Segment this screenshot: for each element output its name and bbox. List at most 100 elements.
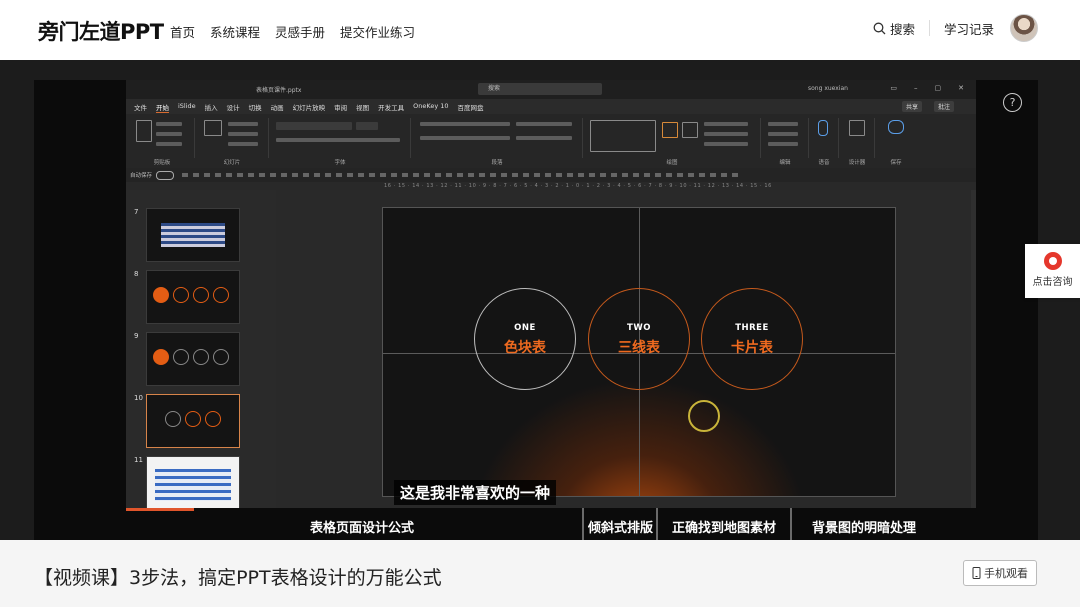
help-icon[interactable]: ?	[1003, 93, 1022, 112]
chapter-divider	[582, 508, 584, 540]
slide-number: 9	[134, 332, 139, 340]
thumb-table	[155, 469, 231, 501]
thumb-circle	[193, 349, 209, 365]
ppt-tab: 视图	[356, 104, 370, 112]
thumb-circle	[185, 411, 201, 427]
paste-icon	[136, 120, 152, 142]
font-name-box	[276, 122, 352, 130]
nav-home[interactable]: 首页	[170, 22, 195, 41]
ppt-tab: OneKey 10	[413, 102, 449, 110]
designer-icon	[849, 120, 865, 136]
ribbon-line	[156, 142, 182, 146]
nav-right: 搜索 学习记录	[873, 14, 1038, 42]
cloud-save-icon	[888, 120, 904, 134]
ribbon-line	[156, 122, 182, 126]
mobile-watch-button[interactable]: 手机观看	[963, 560, 1037, 586]
avatar[interactable]	[1010, 14, 1038, 42]
video-player[interactable]: 表格页课件.pptx 搜索 song xuexian ▭ – ▢ ✕ 文件 开始 i…	[34, 80, 1038, 540]
consult-label: 点击咨询	[1032, 277, 1073, 288]
nav-courses[interactable]: 系统课程	[210, 22, 260, 41]
slide-number: 10	[134, 394, 143, 402]
quick-access-toolbar: 自动保存	[126, 168, 976, 182]
slide-thumb-9	[146, 332, 240, 386]
font-size-box	[356, 122, 378, 130]
horizontal-ruler: 16 · 15 · 14 · 13 · 12 · 11 · 10 · 9 · 8…	[384, 183, 772, 189]
chapter-3[interactable]: 正确找到地图素材	[672, 517, 776, 536]
ribbon-group-label: 绘图	[666, 160, 678, 166]
slide-canvas: ONE 色块表 TWO 三线表 THREE 卡片表	[382, 207, 896, 497]
ribbon-group-label: 编辑	[779, 160, 791, 166]
ribbon-display-icon: ▭	[890, 84, 897, 92]
ppt-tab: 幻灯片放映	[292, 104, 326, 112]
thumb-circle	[205, 411, 221, 427]
ribbon-line	[420, 136, 510, 140]
ribbon-group-save: 保存	[876, 118, 916, 166]
ppt-share-button: 共享	[902, 101, 923, 112]
history-link[interactable]: 学习记录	[944, 19, 994, 38]
circle-three: THREE 卡片表	[701, 288, 803, 390]
main-nav: 首页 系统课程 灵感手册 提交作业练习	[170, 22, 415, 41]
ppt-tab: 动画	[270, 104, 284, 112]
thumb-circle	[213, 349, 229, 365]
ppt-tab: 切换	[248, 104, 262, 112]
ribbon-group-designer: 设计器	[840, 118, 875, 166]
slide-number: 7	[134, 208, 139, 216]
ppt-user: song xuexian	[808, 85, 848, 92]
ribbon-group-editing: 编辑	[762, 118, 809, 166]
ppt-tab-list: 文件 开始 iSlide 插入 设计 切换 动画 幻灯片放映 审阅 视图 开发工具 OneKey 10…	[134, 102, 484, 113]
circle-two: TWO 三线表	[588, 288, 690, 390]
thumb-circle	[173, 349, 189, 365]
video-title: 【视频课】3步法，搞定PPT表格设计的万能公式	[34, 567, 442, 589]
ppt-search-placeholder: 搜索	[488, 85, 501, 92]
search-label: 搜索	[889, 21, 915, 37]
qat-icons	[182, 173, 742, 177]
consult-button[interactable]: 点击咨询	[1025, 244, 1080, 298]
site-logo[interactable]: 旁门左道PPT	[38, 16, 164, 46]
ppt-window: 表格页课件.pptx 搜索 song xuexian ▭ – ▢ ✕ 文件 开始 i…	[126, 80, 976, 512]
ribbon-line	[704, 122, 748, 126]
autosave-label: 自动保存	[130, 173, 153, 179]
ribbon-line	[156, 132, 182, 136]
chapter-4[interactable]: 背景图的明暗处理	[812, 517, 916, 536]
chapter-divider	[790, 508, 792, 540]
chapter-2[interactable]: 倾斜式排版	[588, 517, 653, 536]
ribbon-group-font: 字体	[270, 118, 411, 166]
circle-en-label: TWO	[627, 323, 651, 333]
ppt-scrollbar	[971, 190, 976, 510]
slide-thumb-8	[146, 270, 240, 324]
ppt-tab: iSlide	[178, 102, 196, 110]
nav-inspiration[interactable]: 灵感手册	[275, 22, 325, 41]
ribbon-line	[704, 142, 748, 146]
ribbon-group-voice: 语音	[810, 118, 839, 166]
thumb-circle	[153, 287, 169, 303]
ribbon-group-label: 语音	[818, 160, 830, 166]
search-button[interactable]: 搜索	[873, 19, 915, 38]
ribbon-line	[768, 132, 798, 136]
ribbon-group-drawing: 绘图	[584, 118, 761, 166]
nav-homework[interactable]: 提交作业练习	[340, 22, 415, 41]
ribbon-line	[228, 122, 258, 126]
circle-cn-label: 色块表	[504, 340, 546, 356]
dictate-icon	[818, 120, 828, 136]
slide-number: 11	[134, 456, 143, 464]
close-icon: ✕	[958, 84, 964, 92]
cursor-highlight	[688, 400, 720, 432]
window-controls: ▭ – ▢ ✕	[890, 84, 964, 92]
ppt-tab: 开始	[156, 104, 169, 113]
circle-en-label: THREE	[735, 323, 769, 333]
slide-thumb-11	[146, 456, 240, 510]
slide-thumb-10-selected	[146, 394, 240, 448]
phone-icon	[972, 567, 981, 579]
ribbon-group-paragraph: 段落	[412, 118, 583, 166]
circle-cn-label: 卡片表	[731, 340, 773, 356]
slide-thumb-7	[146, 208, 240, 262]
ribbon-line	[516, 136, 572, 140]
chapter-bar: 表格页面设计公式 倾斜式排版 正确找到地图素材 背景图的明暗处理	[34, 508, 1038, 540]
ribbon-group-label: 保存	[890, 160, 902, 166]
progress-bar[interactable]	[126, 508, 194, 511]
chapter-1[interactable]: 表格页面设计公式	[310, 517, 414, 536]
circle-cn-label: 三线表	[618, 340, 660, 356]
ppt-ribbon: 剪贴板 幻灯片 字体 段落 绘图 编辑 语音 设计器 保存	[126, 114, 976, 169]
minimize-icon: –	[914, 84, 918, 92]
chapter-divider	[656, 508, 658, 540]
